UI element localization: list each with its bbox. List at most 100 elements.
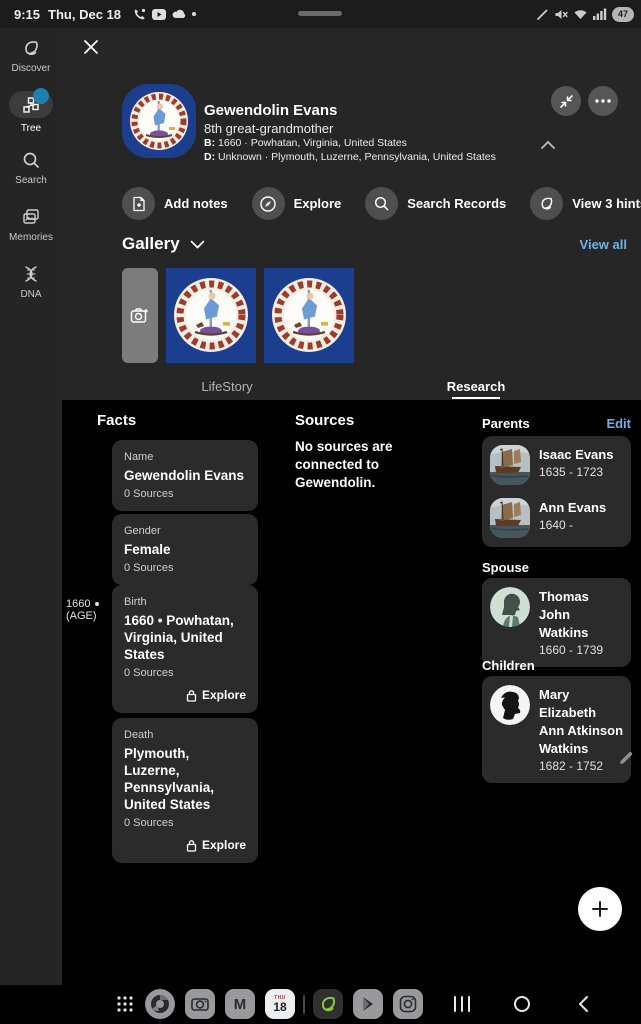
birth-prefix: B: xyxy=(204,137,215,149)
more-options-icon[interactable] xyxy=(588,86,618,116)
back-icon[interactable] xyxy=(566,989,600,1019)
research-panel: Facts 1660 (AGE) Name Gewendolin Evans 0… xyxy=(62,400,641,985)
search-records-button[interactable]: Search Records xyxy=(365,187,506,220)
signal-icon xyxy=(593,8,607,20)
youtube-notification-icon xyxy=(152,9,166,20)
add-notes-button[interactable]: Add notes xyxy=(122,187,228,220)
fact-label: Birth xyxy=(124,596,246,608)
fact-sources: 0 Sources xyxy=(124,488,246,500)
person-years: 1635 - 1723 xyxy=(539,464,613,480)
child-row[interactable]: Mary Elizabeth Ann Atkinson Watkins 1682… xyxy=(490,685,623,774)
sidebar-item-dna[interactable]: DNA xyxy=(20,264,41,300)
gallery-thumbnails xyxy=(122,268,354,363)
mail-app-icon[interactable]: M xyxy=(225,989,255,1019)
clock: 9:15 xyxy=(14,7,40,22)
lock-icon xyxy=(186,839,197,852)
lock-icon xyxy=(186,689,197,702)
profile-photo-virginia-flag[interactable] xyxy=(122,84,196,158)
person-name: Ann Evans xyxy=(539,500,606,515)
call-notification-icon xyxy=(133,8,146,21)
gallery-photo-1[interactable] xyxy=(166,268,256,363)
spouse-header: Spouse xyxy=(482,560,631,575)
fact-value: Plymouth, Luzerne, Pennsylvania, United … xyxy=(124,745,246,813)
sidebar-label-dna: DNA xyxy=(20,289,41,300)
explore-button[interactable]: Explore xyxy=(252,187,342,220)
add-notes-label: Add notes xyxy=(164,196,228,211)
drag-handle[interactable] xyxy=(298,11,342,16)
app-drawer-icon[interactable] xyxy=(110,989,140,1019)
browser-app-icon[interactable] xyxy=(145,989,175,1019)
view-all-link[interactable]: View all xyxy=(580,237,627,252)
calendar-app-icon[interactable]: THU 18 xyxy=(265,989,295,1019)
sound-muted-icon xyxy=(554,8,568,21)
camera-app-icon[interactable] xyxy=(185,989,215,1019)
sidebar-item-discover[interactable]: Discover xyxy=(12,38,51,74)
status-date: Thu, Dec 18 xyxy=(48,7,121,22)
explore-death-button[interactable]: Explore xyxy=(124,838,246,852)
fact-card-name[interactable]: Name Gewendolin Evans 0 Sources xyxy=(112,440,258,511)
home-icon[interactable] xyxy=(505,989,539,1019)
compass-icon xyxy=(252,187,285,220)
taskbar: M THU 18 xyxy=(0,985,641,1024)
view-hints-button[interactable]: View 3 hints xyxy=(530,187,641,220)
fact-label: Death xyxy=(124,729,246,741)
parents-title: Parents xyxy=(482,416,530,431)
fact-value: Female xyxy=(124,541,246,558)
edit-child-pencil-icon[interactable] xyxy=(618,750,634,769)
close-icon[interactable] xyxy=(81,38,101,58)
calendar-day: 18 xyxy=(273,1001,286,1014)
parent-row-ann[interactable]: Ann Evans 1640 - xyxy=(490,498,623,538)
search-records-icon xyxy=(365,187,398,220)
sidebar-label-tree: Tree xyxy=(21,123,41,134)
children-title: Children xyxy=(482,658,535,673)
action-row: Add notes Explore Search Records View 3 … xyxy=(122,187,641,220)
sidebar-item-tree[interactable]: Tree xyxy=(9,91,53,134)
wifi-icon xyxy=(573,8,588,20)
explore-label: Explore xyxy=(202,688,246,702)
sidebar-item-memories[interactable]: Memories xyxy=(9,207,53,243)
child-avatar-silhouette xyxy=(490,685,530,725)
add-photo-button[interactable] xyxy=(122,268,158,363)
person-name: Isaac Evans xyxy=(539,447,613,462)
timeline-marker: 1660 (AGE) xyxy=(66,598,110,622)
hints-leaf-icon xyxy=(530,187,563,220)
edit-family-link[interactable]: Edit xyxy=(606,416,631,431)
parent-row-isaac[interactable]: Isaac Evans 1635 - 1723 xyxy=(490,445,623,485)
fact-value: 1660 • Powhatan, Virginia, United States xyxy=(124,612,246,663)
notification-icons xyxy=(133,8,196,21)
fact-card-birth[interactable]: Birth 1660 • Powhatan, Virginia, United … xyxy=(112,585,258,713)
instagram-app-icon[interactable] xyxy=(393,989,423,1019)
person-name: Mary Elizabeth Ann Atkinson Watkins xyxy=(539,687,623,756)
person-name: Thomas John Watkins xyxy=(539,589,589,640)
death-prefix: D: xyxy=(204,151,215,163)
view-hints-label: View 3 hints xyxy=(572,196,641,211)
spouse-row[interactable]: Thomas John Watkins 1660 - 1739 xyxy=(490,587,623,658)
more-notifications-dot xyxy=(192,12,196,16)
fact-value: Gewendolin Evans xyxy=(124,467,246,484)
add-fab-button[interactable] xyxy=(578,887,622,931)
fact-card-gender[interactable]: Gender Female 0 Sources xyxy=(112,514,258,585)
gallery-header: Gallery View all xyxy=(122,234,627,254)
stylus-icon xyxy=(536,8,549,21)
sources-title: Sources xyxy=(295,412,354,429)
explore-label: Explore xyxy=(294,196,342,211)
gallery-photo-2[interactable] xyxy=(264,268,354,363)
playstore-app-icon[interactable] xyxy=(353,989,383,1019)
gallery-chevron-down-icon[interactable] xyxy=(190,237,205,252)
fact-sources: 0 Sources xyxy=(124,667,246,679)
explore-birth-button[interactable]: Explore xyxy=(124,688,246,702)
tab-research[interactable]: Research xyxy=(416,372,536,400)
spouse-title: Spouse xyxy=(482,560,529,575)
recent-apps-icon[interactable] xyxy=(445,989,479,1019)
person-years: 1660 - 1739 xyxy=(539,642,623,658)
person-name: Gewendolin Evans xyxy=(204,102,504,120)
fact-card-death[interactable]: Death Plymouth, Luzerne, Pennsylvania, U… xyxy=(112,718,258,863)
ancestry-app-icon[interactable] xyxy=(313,989,343,1019)
chevron-up-icon[interactable] xyxy=(540,138,556,153)
timeline-age-label: (AGE) xyxy=(66,610,97,622)
sidebar-label-search: Search xyxy=(15,175,47,186)
screen: 9:15 Thu, Dec 18 47 Discover xyxy=(0,0,641,1024)
sidebar-item-search[interactable]: Search xyxy=(15,150,47,186)
collapse-icon[interactable] xyxy=(551,86,581,116)
tab-lifestory[interactable]: LifeStory xyxy=(167,372,287,400)
